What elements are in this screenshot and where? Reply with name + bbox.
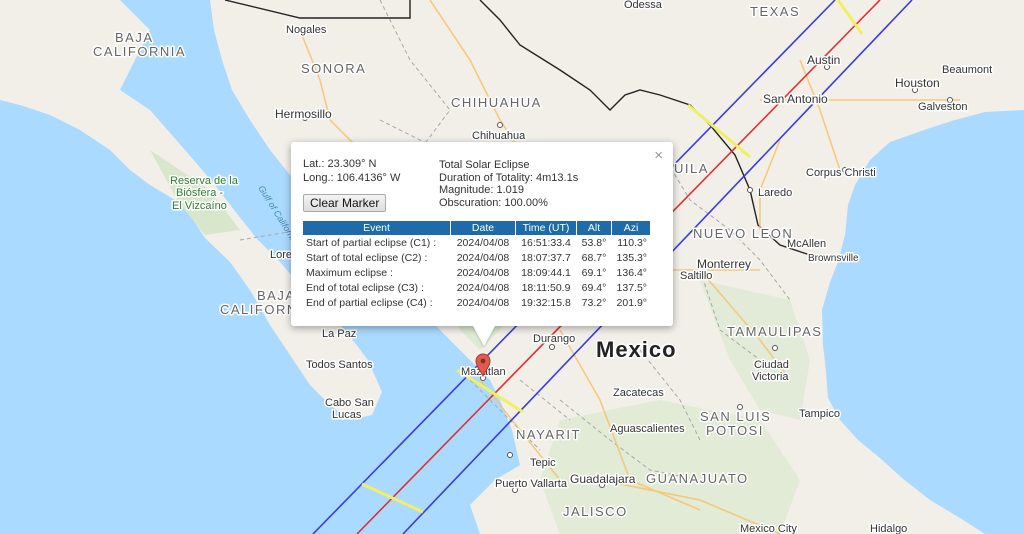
label-reserva-3: El Vizcaíno [172, 200, 227, 212]
label-monterrey: Monterrey [697, 257, 751, 271]
cell-event: Start of total eclipse (C2) : [306, 251, 428, 264]
latitude-text: Lat.: 23.309° N [303, 158, 377, 170]
cell-time: 16:51:33.4 [521, 236, 571, 249]
label-tepic: Tepic [530, 457, 556, 469]
cell-alt: 69.1° [581, 266, 607, 279]
label-mexico-city: Mexico City [740, 523, 797, 534]
label-lucas: Lucas [332, 409, 362, 421]
label-coahuila: UILA [674, 161, 709, 176]
eclipse-type: Total Solar Eclipse [439, 159, 530, 171]
popup-pointer [473, 326, 495, 346]
header-date: Date [450, 221, 516, 235]
label-chihuahua-state: CHIHUAHUA [451, 95, 542, 110]
label-baja-sur: BAJA [257, 288, 296, 303]
cell-azi: 135.3° [616, 251, 647, 264]
label-texas: TEXAS [750, 4, 800, 19]
label-puerto-vallarta: Puerto Vallarta [495, 478, 568, 490]
label-ciudad: Ciudad [754, 359, 789, 371]
table-row: Start of total eclipse (C2) : 2024/04/08… [303, 250, 650, 265]
cell-time: 18:07:37.7 [521, 251, 571, 264]
obscuration-text: Obscuration: 100.00% [439, 196, 548, 209]
label-jalisco: JALISCO [563, 504, 628, 519]
label-zacatecas: Zacatecas [613, 387, 664, 399]
cell-event: End of total eclipse (C3) : [306, 281, 424, 294]
cell-date: 2024/04/08 [456, 236, 510, 249]
label-durango: Durango [533, 333, 575, 345]
label-nogales: Nogales [286, 24, 327, 36]
eclipse-info-popup: × Lat.: 23.309° N Long.: 106.4136° W Tot… [291, 142, 673, 346]
magnitude-text: Magnitude: 1.019 [439, 184, 525, 196]
label-hidalgo: Hidalgo [870, 523, 907, 534]
cell-alt: 69.4° [581, 281, 607, 294]
label-san-luis: SAN LUIS [700, 409, 771, 424]
label-la-paz: La Paz [322, 328, 356, 340]
label-potosi: POTOSI [706, 423, 764, 438]
label-guadalajara: Guadalajara [570, 472, 636, 486]
header-azi: Azi [611, 221, 650, 235]
label-odessa: Odessa [624, 0, 663, 11]
cell-alt: 53.8° [581, 236, 607, 249]
cell-time: 18:09:44.1 [521, 266, 571, 279]
cell-date: 2024/04/08 [456, 251, 510, 264]
cell-time: 18:11:50.9 [521, 281, 571, 294]
cell-event: Maximum eclipse : [306, 266, 393, 279]
label-victoria: Victoria [752, 371, 789, 383]
longitude-text: Long.: 106.4136° W [303, 172, 401, 184]
label-todos-santos: Todos Santos [306, 359, 373, 371]
cell-date: 2024/04/08 [456, 296, 510, 309]
coordinates-block: Lat.: 23.309° N Long.: 106.4136° W [303, 157, 400, 185]
label-california: CALIFORNIA [93, 44, 186, 59]
label-nuevo-leon: NUEVO LEON [693, 226, 793, 241]
label-tamaulipas: TAMAULIPAS [727, 324, 822, 339]
label-nayarit: NAYARIT [516, 427, 581, 442]
cell-event: Start of partial eclipse (C1) : [306, 236, 437, 249]
eclipse-summary: Total Solar Eclipse Duration of Totality… [439, 159, 578, 209]
label-san-antonio: San Antonio [763, 92, 828, 106]
cell-alt: 68.7° [581, 251, 607, 264]
label-beaumont: Beaumont [942, 64, 992, 76]
label-reserva-1: Reserva de la [170, 175, 239, 187]
label-cabo-san: Cabo San [325, 397, 374, 409]
label-galveston: Galveston [918, 101, 968, 113]
label-saltillo: Saltillo [680, 270, 712, 282]
label-corpus-christi: Corpus Christi [806, 167, 876, 179]
cell-time: 19:32:15.8 [521, 296, 571, 309]
table-header-row: Event Date Time (UT) Alt Azi [303, 221, 650, 235]
cell-date: 2024/04/08 [456, 266, 510, 279]
cell-azi: 110.3° [617, 236, 647, 249]
header-event: Event [303, 221, 451, 235]
label-houston: Houston [895, 76, 940, 90]
table-row: End of total eclipse (C3) : 2024/04/08 1… [303, 280, 650, 295]
close-icon[interactable]: × [654, 147, 663, 164]
label-austin: Austin [807, 53, 840, 67]
header-alt: Alt [576, 221, 612, 235]
label-tampico: Tampico [799, 408, 840, 420]
table-row: Maximum eclipse : 2024/04/08 18:09:44.1 … [303, 265, 650, 280]
label-mexico: Mexico [596, 337, 677, 362]
header-time: Time (UT) [515, 221, 577, 235]
label-aguascalientes: Aguascalientes [610, 423, 685, 435]
label-reserva-2: Biósfera - [176, 187, 223, 199]
totality-duration: Duration of Totality: 4m13.1s [439, 171, 579, 184]
label-baja: BAJA [115, 30, 154, 45]
label-laredo: Laredo [758, 187, 792, 199]
label-hermosillo: Hermosillo [275, 107, 332, 121]
label-chihuahua-city: Chihuahua [472, 130, 526, 142]
cell-azi: 137.5° [616, 281, 647, 294]
label-guanajuato: GUANAJUATO [646, 471, 749, 486]
clear-marker-button[interactable]: Clear Marker [303, 194, 387, 212]
label-brownsville: Brownsville [808, 253, 859, 264]
label-sonora: SONORA [301, 61, 366, 76]
contacts-table: Event Date Time (UT) Alt Azi Start of pa… [303, 221, 650, 310]
cell-azi: 201.9° [616, 296, 647, 309]
table-row: End of partial eclipse (C4) : 2024/04/08… [303, 295, 650, 310]
cell-azi: 136.4° [616, 266, 647, 279]
cell-event: End of partial eclipse (C4) : [306, 296, 433, 309]
cell-alt: 73.2° [581, 296, 607, 309]
table-row: Start of partial eclipse (C1) : 2024/04/… [303, 235, 650, 250]
cell-date: 2024/04/08 [456, 281, 510, 294]
